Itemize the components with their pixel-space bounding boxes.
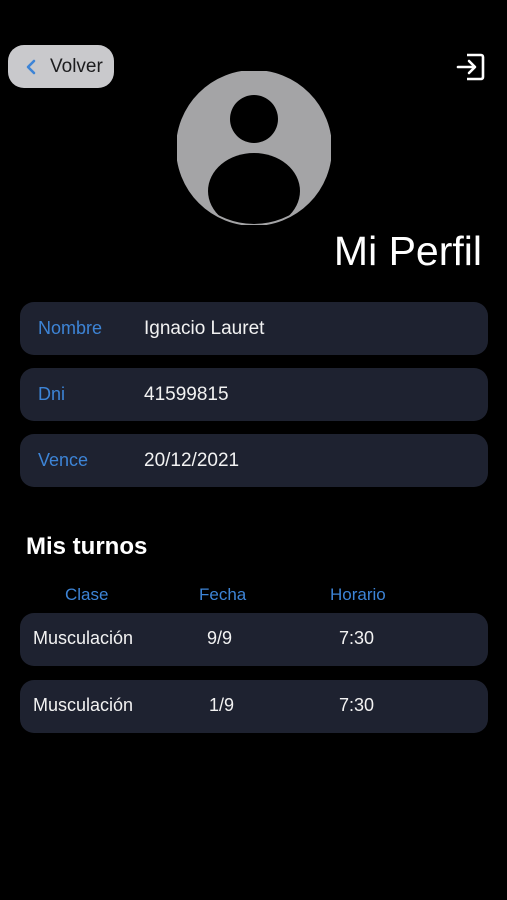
page-title: Mi Perfil [333,228,482,274]
cell-clase: Musculación [33,628,134,648]
logout-icon[interactable] [455,51,487,83]
cell-horario: 7:30 [339,695,375,715]
info-row-nombre: Nombre Ignacio Lauret [20,302,488,355]
field-value: Ignacio Lauret [144,317,265,339]
cell-fecha: 9/9 [207,628,233,648]
field-label: Nombre [38,318,103,338]
field-label: Dni [38,384,66,404]
back-button[interactable]: Volver [8,45,114,88]
cell-fecha: 1/9 [209,695,235,715]
turno-row[interactable]: Musculación 9/9 7:30 [20,613,488,666]
column-header-clase: Clase [65,585,109,604]
chevron-left-icon [22,58,40,76]
field-label: Vence [38,450,89,470]
section-title: Mis turnos [26,533,148,560]
back-label: Volver [50,55,103,77]
info-row-dni: Dni 41599815 [20,368,488,421]
cell-clase: Musculación [33,695,134,715]
field-value: 20/12/2021 [144,449,240,471]
user-avatar-icon [176,70,332,226]
column-header-horario: Horario [330,585,386,604]
column-header-fecha: Fecha [199,585,247,604]
turno-row[interactable]: Musculación 1/9 7:30 [20,680,488,733]
field-value: 41599815 [144,383,229,405]
cell-horario: 7:30 [339,628,375,648]
info-row-vence: Vence 20/12/2021 [20,434,488,487]
